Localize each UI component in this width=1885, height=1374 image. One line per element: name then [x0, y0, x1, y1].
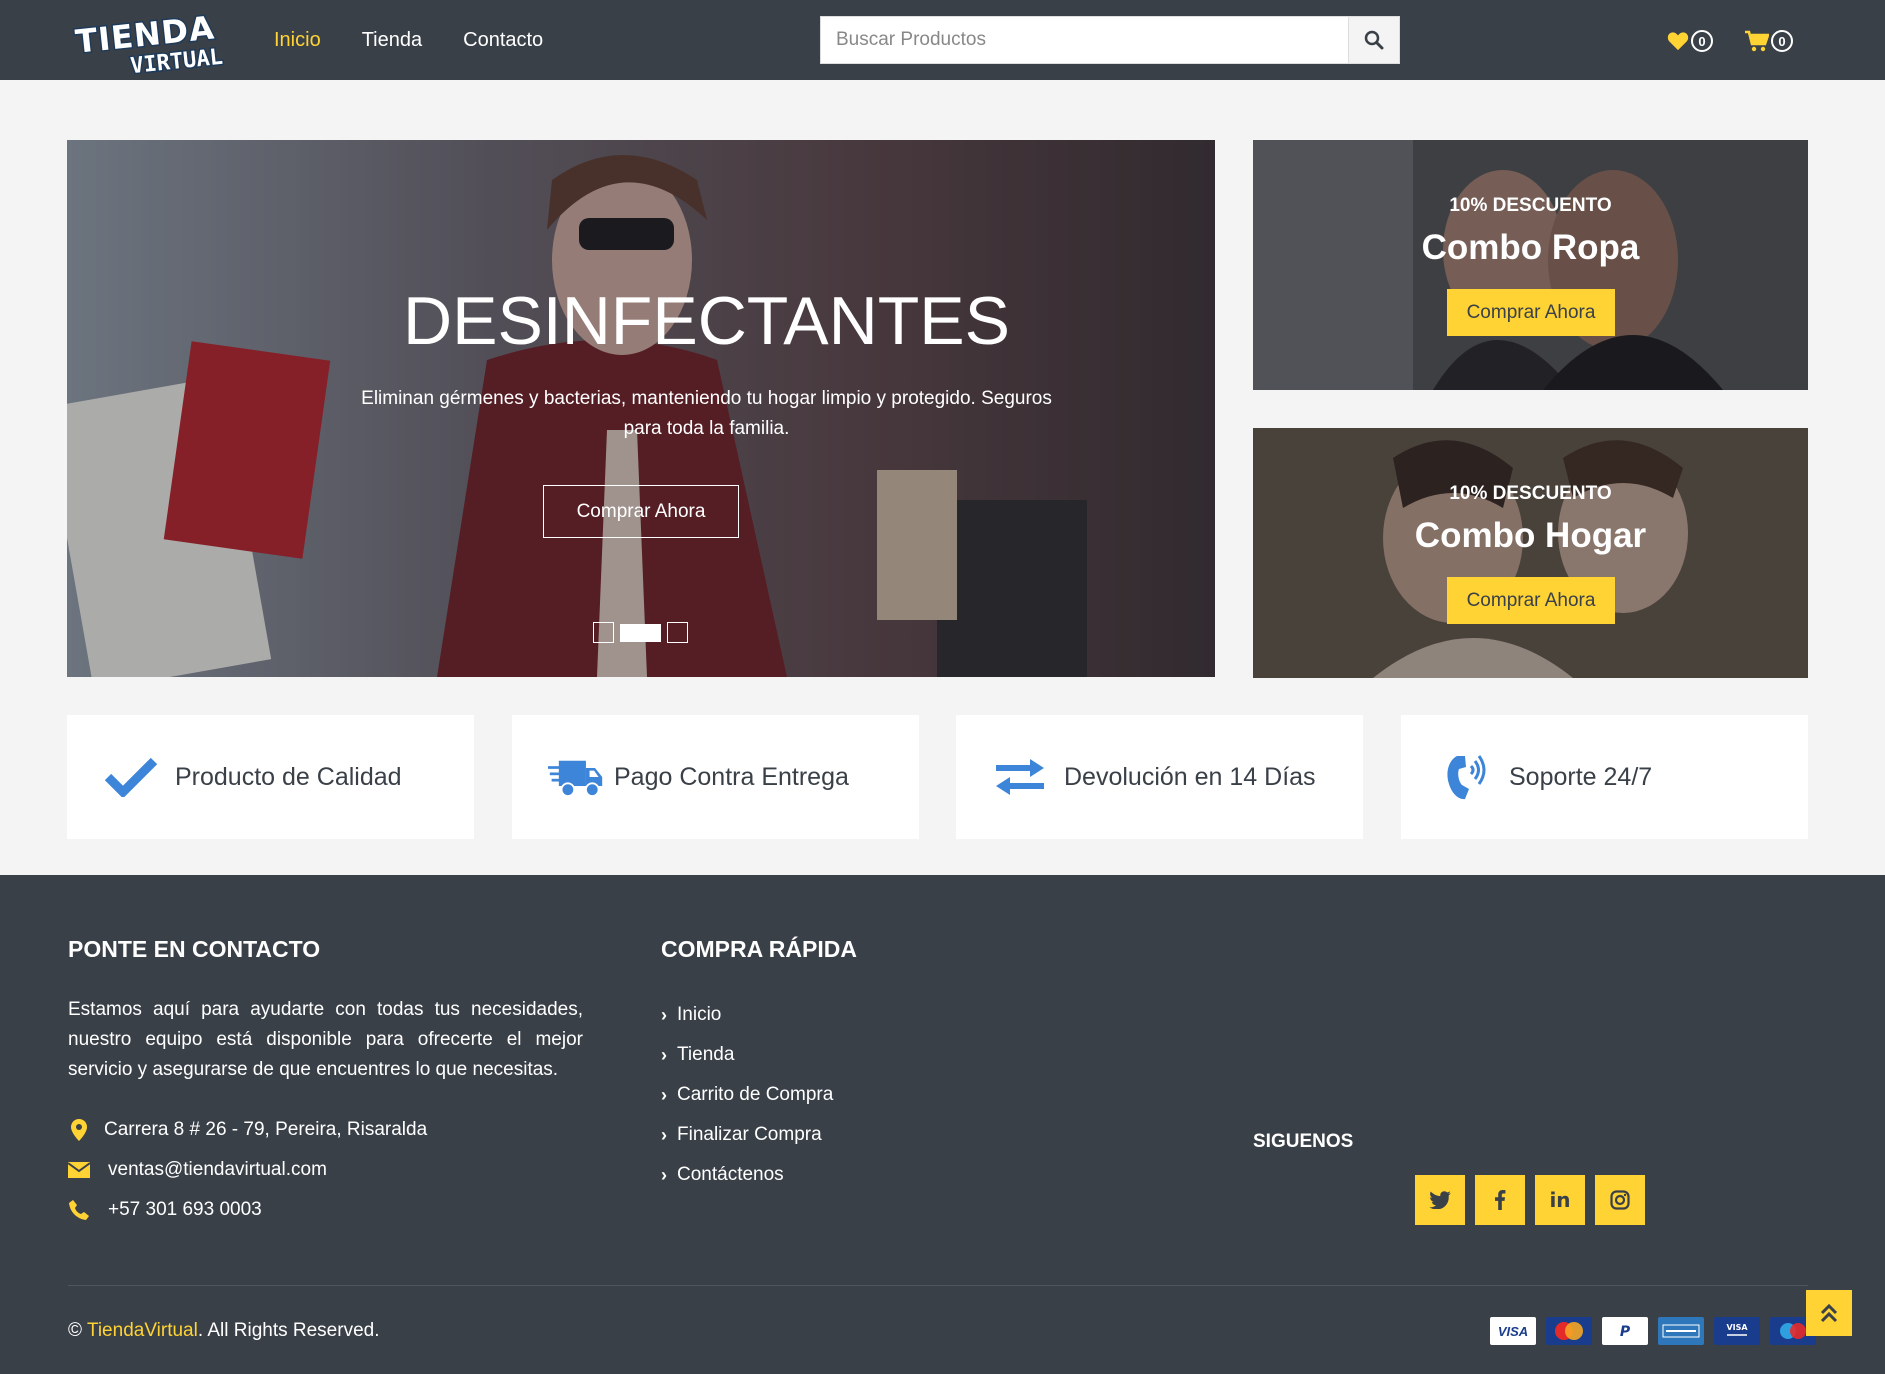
svg-text:P: P: [1620, 1324, 1631, 1340]
visa-electron-icon: VISA: [1714, 1317, 1760, 1345]
wishlist-button[interactable]: 0: [1667, 26, 1713, 56]
carousel-indicator-1[interactable]: [593, 622, 614, 643]
main-nav: Inicio Tienda Contacto: [274, 0, 584, 80]
twitter-icon: [1429, 1191, 1451, 1209]
map-marker-icon: [68, 1119, 90, 1141]
double-chevron-up-icon: [1820, 1303, 1838, 1323]
facebook-button[interactable]: [1475, 1175, 1525, 1225]
copyright-text: © TiendaVirtual. All Rights Reserved.: [68, 1320, 380, 1341]
search-icon: [1364, 30, 1384, 50]
svg-text:VISA: VISA: [1726, 1323, 1748, 1332]
quick-link-contactenos[interactable]: › Contáctenos: [661, 1155, 833, 1195]
cart-button[interactable]: 0: [1745, 26, 1793, 56]
hero-shop-now-button[interactable]: Comprar Ahora: [543, 485, 739, 538]
social-links: in: [1415, 1175, 1645, 1225]
contact-address: Carrera 8 # 26 - 79, Pereira, Risaralda: [68, 1119, 427, 1141]
site-logo[interactable]: TIENDA VIRTUAL: [70, 4, 252, 81]
feature-label: Devolución en 14 Días: [1064, 762, 1316, 791]
nav-link-contacto[interactable]: Contacto: [463, 29, 543, 52]
chevron-right-icon: ›: [661, 1084, 667, 1105]
heart-icon: [1667, 32, 1689, 51]
footer: PONTE EN CONTACTO Estamos aquí para ayud…: [0, 875, 1885, 1374]
feature-quality: Producto de Calidad: [67, 715, 474, 839]
check-icon: [103, 749, 159, 805]
visa-card-icon: VISA: [1490, 1317, 1536, 1345]
follow-heading: SIGUENOS: [1253, 1131, 1354, 1152]
quick-link-inicio[interactable]: › Inicio: [661, 995, 833, 1035]
phone-volume-icon: [1437, 749, 1493, 805]
feature-returns: Devolución en 14 Días: [956, 715, 1363, 839]
copyright-brand-link[interactable]: TiendaVirtual: [87, 1320, 198, 1341]
contact-email[interactable]: ventas@tiendavirtual.com: [68, 1159, 327, 1181]
chevron-right-icon: ›: [661, 1044, 667, 1065]
payment-methods: VISA P VISA: [1490, 1317, 1816, 1345]
hero-title: DESINFECTANTES: [402, 283, 1011, 359]
offer-card-combo-ropa: 10% DESCUENTO Combo Ropa Comprar Ahora: [1253, 140, 1808, 390]
quick-links-heading: COMPRA RÁPIDA: [661, 936, 857, 962]
search-bar: [820, 16, 1400, 64]
back-to-top-button[interactable]: [1806, 1290, 1852, 1336]
carousel-indicator-2[interactable]: [620, 623, 661, 642]
chevron-right-icon: ›: [661, 1164, 667, 1185]
feature-label: Soporte 24/7: [1509, 762, 1653, 791]
phone-icon: [68, 1200, 90, 1220]
quick-link-finalizar[interactable]: › Finalizar Compra: [661, 1115, 833, 1155]
phone-text[interactable]: +57 301 693 0003: [108, 1199, 262, 1221]
top-navbar: TIENDA VIRTUAL Inicio Tienda Contacto 0: [0, 0, 1885, 81]
offer-discount-label: 10% DESCUENTO: [1449, 483, 1612, 504]
offer-title: Combo Ropa: [1421, 228, 1640, 267]
instagram-button[interactable]: [1595, 1175, 1645, 1225]
hero-description: Eliminan gérmenes y bacterias, mantenien…: [361, 388, 1052, 439]
cart-count-badge: 0: [1771, 30, 1793, 52]
feature-label: Pago Contra Entrega: [614, 762, 849, 791]
nav-link-inicio[interactable]: Inicio: [274, 29, 321, 52]
search-button[interactable]: [1348, 16, 1400, 64]
quick-links-list: › Inicio › Tienda › Carrito de Compra › Fina…: [661, 995, 833, 1195]
instagram-icon: [1610, 1190, 1630, 1210]
contact-heading: PONTE EN CONTACTO: [68, 936, 321, 962]
chevron-right-icon: ›: [661, 1124, 667, 1145]
mastercard-icon: [1546, 1317, 1592, 1345]
shipping-truck-icon: [548, 749, 604, 805]
twitter-button[interactable]: [1415, 1175, 1465, 1225]
envelope-icon: [68, 1162, 90, 1178]
paypal-icon: P: [1602, 1317, 1648, 1345]
chevron-right-icon: ›: [661, 1004, 667, 1025]
footer-divider: [68, 1285, 1808, 1286]
hero-carousel[interactable]: DESINFECTANTES Eliminan gérmenes y bacte…: [67, 140, 1215, 677]
nav-link-tienda[interactable]: Tienda: [362, 29, 422, 52]
contact-phone[interactable]: +57 301 693 0003: [68, 1199, 262, 1221]
shopping-cart-icon: [1745, 30, 1769, 52]
american-express-icon: [1658, 1317, 1704, 1345]
carousel-indicators: [593, 622, 688, 643]
feature-label: Producto de Calidad: [175, 762, 402, 791]
facebook-icon: [1495, 1190, 1506, 1210]
offer-shop-now-button[interactable]: Comprar Ahora: [1447, 577, 1615, 624]
wishlist-count-badge: 0: [1691, 30, 1713, 52]
offer-discount-label: 10% DESCUENTO: [1449, 195, 1612, 216]
offer-title: Combo Hogar: [1414, 516, 1647, 555]
offer-card-combo-hogar: 10% DESCUENTO Combo Hogar Comprar Ahora: [1253, 428, 1808, 678]
offer-shop-now-button[interactable]: Comprar Ahora: [1447, 289, 1615, 336]
contact-description: Estamos aquí para ayudarte con todas tus…: [68, 999, 583, 1080]
quick-link-carrito[interactable]: › Carrito de Compra: [661, 1075, 833, 1115]
feature-support: Soporte 24/7: [1401, 715, 1808, 839]
address-text: Carrera 8 # 26 - 79, Pereira, Risaralda: [104, 1119, 428, 1140]
exchange-arrows-icon: [992, 749, 1048, 805]
feature-cash-on-delivery: Pago Contra Entrega: [512, 715, 919, 839]
linkedin-button[interactable]: in: [1535, 1175, 1585, 1225]
quick-link-tienda[interactable]: › Tienda: [661, 1035, 833, 1075]
carousel-indicator-3[interactable]: [667, 622, 688, 643]
linkedin-icon: in: [1549, 1188, 1571, 1212]
email-text[interactable]: ventas@tiendavirtual.com: [108, 1159, 327, 1181]
search-input[interactable]: [820, 16, 1348, 64]
